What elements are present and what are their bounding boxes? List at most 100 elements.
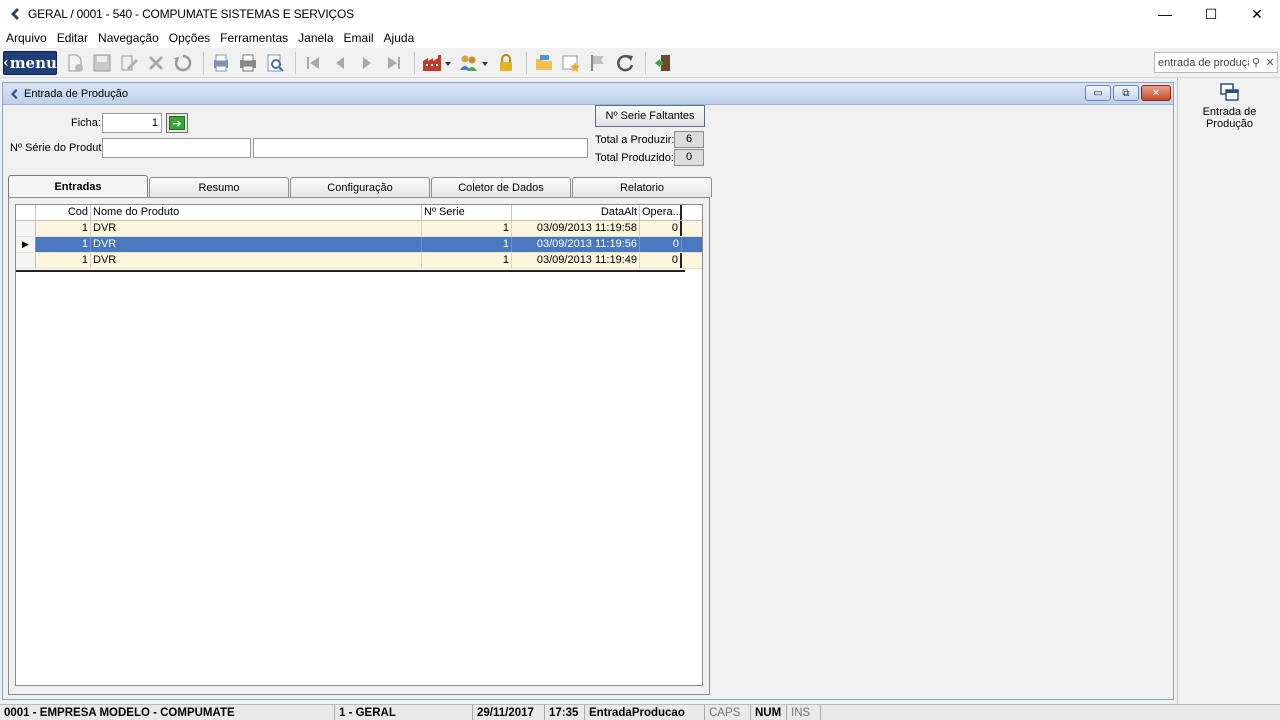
table-row-selected[interactable]: ▶ 1 DVR 1 03/09/2013 11:19:56 0: [16, 237, 702, 253]
cell-operador: 0: [640, 221, 682, 236]
total-produzido-label: Total Produzido:: [595, 152, 674, 164]
form-title: Entrada de Produção: [24, 87, 128, 100]
serie-field[interactable]: [102, 138, 251, 158]
open-window-label: Entrada de Produção: [1202, 106, 1257, 130]
tab-entradas[interactable]: Entradas: [8, 175, 148, 197]
search-input[interactable]: entrada de produção ⚲ ✕: [1154, 52, 1278, 73]
menu-button[interactable]: ‹ menu: [3, 50, 57, 75]
menu-arquivo[interactable]: Arquivo: [2, 31, 51, 45]
entradas-tab-panel: Cod Nome do Produto Nº Serie DataAlt Ope…: [8, 197, 710, 695]
table-row[interactable]: 1 DVR 1 03/09/2013 11:19:49 0: [16, 253, 702, 269]
status-time: 17:35: [545, 705, 585, 720]
cell-cod: 1: [36, 237, 91, 252]
row-indicator: [16, 221, 36, 236]
tab-configuracao[interactable]: Configuração: [290, 177, 430, 197]
print-preview-icon[interactable]: [209, 51, 233, 75]
maximize-button[interactable]: ☐: [1188, 0, 1234, 28]
toolbar-separator: [295, 51, 296, 74]
menu-ferramentas[interactable]: Ferramentas: [216, 31, 292, 45]
arrow-right-icon: ➔: [169, 116, 185, 130]
serie-faltantes-button[interactable]: Nº Serie Faltantes: [595, 105, 705, 127]
tab-relatorio[interactable]: Relatorio: [572, 177, 712, 197]
header-nome[interactable]: Nome do Produto: [91, 205, 422, 220]
header-cod[interactable]: Cod: [36, 205, 91, 220]
find-icon[interactable]: [263, 51, 287, 75]
cell-cod: 1: [36, 221, 91, 236]
status-caps: CAPS: [705, 705, 751, 720]
serie-description-field[interactable]: [253, 138, 588, 158]
ficha-field[interactable]: 1: [102, 113, 162, 133]
previous-record-icon[interactable]: [328, 51, 352, 75]
menu-editar[interactable]: Editar: [53, 31, 92, 45]
menu-bar: Arquivo Editar Navegação Opções Ferramen…: [0, 28, 1280, 48]
form-restore-button[interactable]: ⧉: [1113, 85, 1139, 101]
cell-serie: 1: [422, 221, 512, 236]
undo-icon[interactable]: [171, 51, 195, 75]
edit-icon[interactable]: [117, 51, 141, 75]
row-pointer-icon: ▶: [16, 237, 36, 252]
next-record-icon[interactable]: [355, 51, 379, 75]
save-icon[interactable]: [90, 51, 114, 75]
header-operador[interactable]: Opera...: [640, 205, 682, 220]
row-indicator: [16, 253, 36, 268]
header-serie[interactable]: Nº Serie: [422, 205, 512, 220]
table-row[interactable]: 1 DVR 1 03/09/2013 11:19:58 0: [16, 221, 702, 237]
form-close-button[interactable]: ✕: [1141, 85, 1171, 101]
status-empresa: 0001 - EMPRESA MODELO - COMPUMATE: [0, 705, 335, 720]
favorite-icon[interactable]: [559, 51, 583, 75]
print-icon[interactable]: [236, 51, 260, 75]
menu-janela[interactable]: Janela: [294, 31, 337, 45]
open-window-item[interactable]: Entrada de Produção: [1178, 82, 1280, 130]
search-icon[interactable]: ⚲: [1249, 56, 1263, 69]
users-icon[interactable]: [457, 51, 491, 75]
status-date: 29/11/2017: [473, 705, 545, 720]
form-icon: [11, 88, 18, 99]
delete-icon[interactable]: [144, 51, 168, 75]
search-placeholder: entrada de produção: [1158, 56, 1249, 69]
menu-ajuda[interactable]: Ajuda: [380, 31, 419, 45]
tab-resumo[interactable]: Resumo: [149, 177, 289, 197]
cell-data: 03/09/2013 11:19:58: [512, 221, 640, 236]
menu-email[interactable]: Email: [340, 31, 378, 45]
status-bar: 0001 - EMPRESA MODELO - COMPUMATE 1 - GE…: [0, 704, 1280, 720]
lock-icon[interactable]: [494, 51, 518, 75]
toolbar: ‹menu entrada de produção ⚲ ✕: [0, 48, 1280, 78]
header-data[interactable]: DataAlt: [512, 205, 640, 220]
menu-navegacao[interactable]: Navegação: [94, 31, 163, 45]
folder-icon[interactable]: [532, 51, 556, 75]
minimize-button[interactable]: —: [1142, 0, 1188, 28]
inner-title-bar: Entrada de Produção ▭ ⧉ ✕: [3, 83, 1173, 105]
exit-icon[interactable]: [651, 51, 675, 75]
cell-cod: 1: [36, 253, 91, 268]
toolbar-separator: [203, 51, 204, 74]
new-icon[interactable]: [63, 51, 87, 75]
cell-data: 03/09/2013 11:19:49: [512, 253, 640, 268]
close-button[interactable]: ✕: [1234, 0, 1280, 28]
form-minimize-button[interactable]: ▭: [1085, 85, 1111, 101]
status-geral: 1 - GERAL: [335, 705, 473, 720]
last-record-icon[interactable]: [382, 51, 406, 75]
menu-button-label: menu: [9, 53, 57, 72]
window-title: GERAL / 0001 - 540 - COMPUMATE SISTEMAS …: [28, 7, 354, 21]
clear-search-icon[interactable]: ✕: [1263, 56, 1277, 69]
ficha-go-button[interactable]: ➔: [166, 113, 188, 133]
menu-opcoes[interactable]: Opções: [165, 31, 214, 45]
cell-nome: DVR: [91, 253, 422, 268]
menu-arrow-icon: ‹: [3, 54, 9, 71]
total-produzido-value: 0: [674, 149, 704, 166]
entrada-producao-window: Entrada de Produção ▭ ⧉ ✕ Ficha: 1 ➔ Nº …: [2, 82, 1174, 700]
cell-operador: 0: [640, 237, 682, 252]
factory-icon[interactable]: [420, 51, 454, 75]
refresh-icon[interactable]: [613, 51, 637, 75]
ficha-label: Ficha:: [71, 117, 101, 129]
flag-icon[interactable]: [586, 51, 610, 75]
right-panel: Entrada de Produção: [1177, 78, 1280, 704]
total-produzir-label: Total a Produzir:: [595, 134, 675, 146]
cell-serie: 1: [422, 253, 512, 268]
entradas-grid[interactable]: Cod Nome do Produto Nº Serie DataAlt Ope…: [15, 204, 703, 686]
cell-serie: 1: [422, 237, 512, 252]
tab-coletor-de-dados[interactable]: Coletor de Dados: [431, 177, 571, 197]
cell-data: 03/09/2013 11:19:56: [512, 237, 640, 252]
cell-nome: DVR: [91, 221, 422, 236]
first-record-icon[interactable]: [301, 51, 325, 75]
